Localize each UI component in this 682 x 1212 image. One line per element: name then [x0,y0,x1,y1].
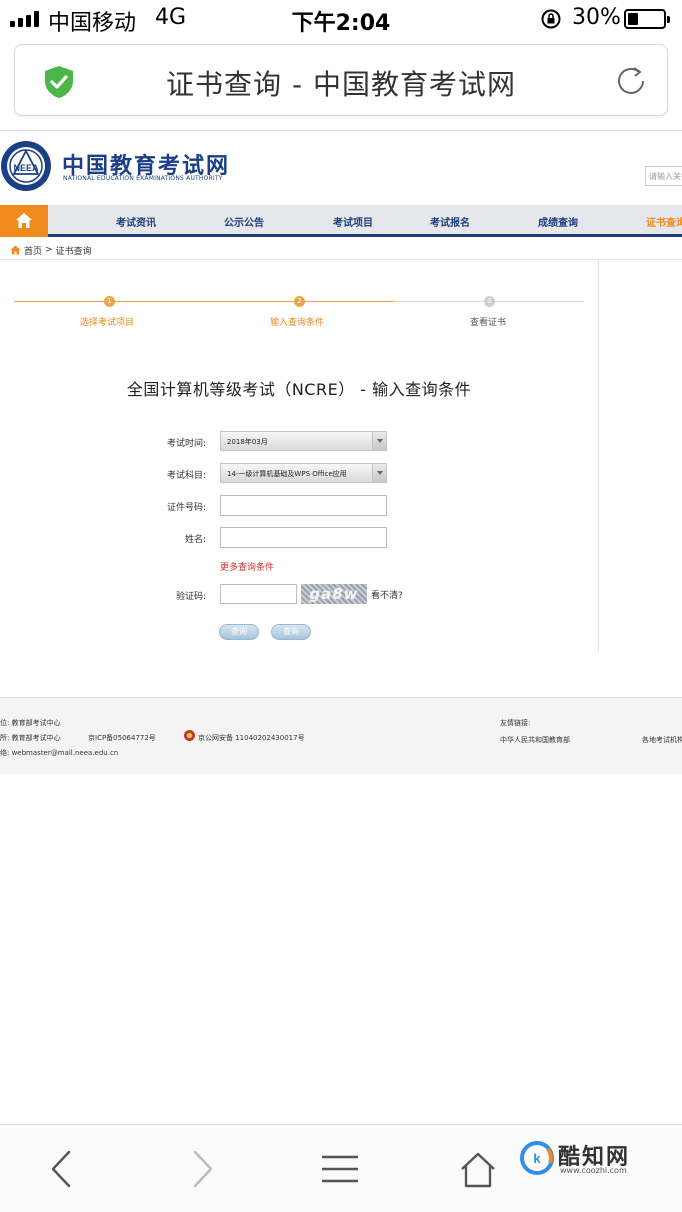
footer-icp-link[interactable]: 京ICP备05064772号 [88,733,156,743]
cert-number-input[interactable] [220,495,387,516]
rotation-lock-icon [541,9,561,29]
emblem-text: NEEA [13,163,39,173]
watermark-url: www.coozhi.com [560,1166,627,1175]
step-3-label: 查看证书 [470,318,507,328]
exam-time-select[interactable]: 2018年03月 [220,431,387,451]
site-search-input[interactable]: 请输入关键字 [645,166,682,186]
captcha-refresh-link[interactable]: 看不清? [371,588,403,601]
neea-emblem-logo: NEEA [1,141,51,191]
battery-icon [624,9,670,29]
footer-links-label: 友情链接: [500,719,531,727]
step-1-label: 选择考试项目 [80,318,135,328]
chevron-down-icon [377,471,383,475]
name-label: 姓名: [184,535,206,545]
divider [0,259,682,260]
footer-organizer: 位: 教育部考试中心 [0,719,61,727]
step-1-dot: 1 [104,296,115,307]
breadcrumb-current: 证书查询 [55,246,92,257]
exam-time-value: 2018年03月 [227,438,268,446]
name-input[interactable] [220,527,387,548]
page-title: 证书查询 - 中国教育考试网 [166,68,516,101]
more-conditions-link[interactable]: 更多查询条件 [220,560,274,573]
step-2-label: 输入查询条件 [270,318,325,328]
subject-value: 14-一级计算机基础及WPS Office应用 [227,470,347,478]
breadcrumb: 首页 > 证书查询 [10,243,92,257]
nav-item-score-query[interactable]: 成绩查询 [538,214,578,229]
nav-item-registration[interactable]: 考试报名 [430,214,470,229]
form-title: 全国计算机等级考试（NCRE） - 输入查询条件 [126,380,472,399]
captcha-input[interactable] [220,584,297,604]
chevron-down-icon [377,439,383,443]
nav-item-certificate-query[interactable]: 证书查询 [646,214,682,229]
police-badge-icon [184,730,195,741]
footer-owner: 所: 教育部考试中心 [0,734,61,742]
captcha-image[interactable]: ga8w [301,584,367,604]
menu-icon[interactable] [320,1149,360,1189]
forward-arrow-icon[interactable] [182,1149,222,1189]
main-nav: 考试资讯 公示公告 考试项目 考试报名 成绩查询 证书查询 [0,205,682,237]
nav-item-exam-projects[interactable]: 考试项目 [333,214,373,229]
query-button-secondary[interactable]: 查询 [271,624,311,640]
status-bar: 中国移动 4G 下午2:04 30% [0,0,682,40]
shield-icon [45,66,73,98]
breadcrumb-separator: > [45,245,53,255]
subject-label: 考试科目: [166,471,206,481]
step-3-dot: 3 [484,296,495,307]
footer-police-record[interactable]: 京公网安备 11040202430017号 [198,733,305,743]
content-divider [598,260,599,652]
breadcrumb-home-link[interactable]: 首页 [24,244,42,257]
footer-email[interactable]: 络: webmaster@mail.neea.edu.cn [0,748,118,758]
footer-link-local-exams[interactable]: 各地考试机构 [642,735,682,745]
back-arrow-icon[interactable] [42,1149,82,1189]
nav-item-announcements[interactable]: 公示公告 [224,214,264,229]
home-icon [16,213,32,228]
step-progress-done [14,301,394,302]
house-icon[interactable] [458,1149,498,1189]
site-footer: 位: 教育部考试中心 所: 教育部考试中心 京ICP备05064772号 京公网… [0,697,682,774]
browser-toolbar: k 酷知网 www.coozhi.com [0,1124,682,1212]
address-bar[interactable]: 证书查询 - 中国教育考试网 [14,44,668,116]
footer-link-moe[interactable]: 中华人民共和国教育部 [500,735,570,745]
divider [0,130,682,131]
nav-home-button[interactable] [0,205,48,237]
cert-number-label: 证件号码: [166,503,206,513]
nav-item-exam-news[interactable]: 考试资讯 [116,214,156,229]
exam-time-label: 考试时间: [166,439,206,449]
captcha-label: 验证码: [175,592,206,602]
query-button[interactable]: 查询 [219,624,259,640]
breadcrumb-home-icon [10,245,21,255]
reload-icon[interactable] [613,63,649,99]
coozhi-logo-icon: k [520,1141,554,1175]
subject-select[interactable]: 14-一级计算机基础及WPS Office应用 [220,463,387,483]
svg-text:k: k [533,1151,541,1166]
battery-percent: 30% [572,5,621,30]
site-logo-subtitle: NATIONAL EDUCATION EXAMINATIONS AUTHORIT… [63,175,223,182]
step-2-dot: 2 [294,296,305,307]
